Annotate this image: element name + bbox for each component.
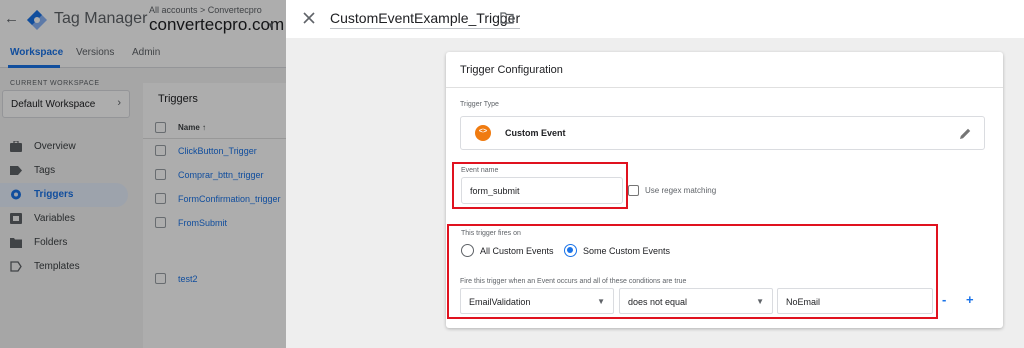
add-condition-button[interactable]: + <box>966 292 974 307</box>
condition-value-input[interactable]: NoEmail <box>777 288 933 314</box>
some-custom-events-radio[interactable] <box>564 244 577 257</box>
remove-condition-button[interactable]: - <box>942 292 946 307</box>
dropdown-caret-icon: ▼ <box>597 297 605 306</box>
condition-variable-select[interactable]: EmailValidation ▼ <box>460 288 614 314</box>
custom-event-icon: <> <box>475 125 491 141</box>
trigger-type-selector[interactable]: <> Custom Event <box>460 116 985 150</box>
trigger-name-field[interactable]: CustomEventExample_Trigger <box>330 10 521 29</box>
folder-icon[interactable] <box>500 11 514 24</box>
close-icon[interactable] <box>300 9 318 27</box>
pencil-icon[interactable] <box>959 127 972 140</box>
condition-operator-select[interactable]: does not equal ▼ <box>619 288 773 314</box>
condition-value-text: NoEmail <box>786 297 821 307</box>
some-custom-events-label[interactable]: Some Custom Events <box>583 246 670 256</box>
condition-description: Fire this trigger when an Event occurs a… <box>460 278 687 285</box>
divider <box>446 87 1003 88</box>
dropdown-caret-icon: ▼ <box>756 297 764 306</box>
fires-on-label: This trigger fires on <box>461 230 521 237</box>
all-custom-events-label[interactable]: All Custom Events <box>480 246 554 256</box>
event-name-input[interactable] <box>461 177 623 204</box>
all-custom-events-radio[interactable] <box>461 244 474 257</box>
event-name-label: Event name <box>461 167 499 174</box>
editor-header: CustomEventExample_Trigger <box>286 0 1024 38</box>
trigger-configuration-card: Trigger Configuration Trigger Type <> Cu… <box>446 52 1003 328</box>
condition-operator-value: does not equal <box>628 297 688 307</box>
use-regex-checkbox[interactable] <box>628 185 639 196</box>
use-regex-label: Use regex matching <box>645 186 717 195</box>
trigger-editor-panel: CustomEventExample_Trigger Trigger Confi… <box>286 0 1024 348</box>
trigger-type-name: Custom Event <box>505 128 566 138</box>
card-title: Trigger Configuration <box>460 64 563 76</box>
trigger-type-label: Trigger Type <box>460 101 499 108</box>
condition-variable-value: EmailValidation <box>469 297 531 307</box>
